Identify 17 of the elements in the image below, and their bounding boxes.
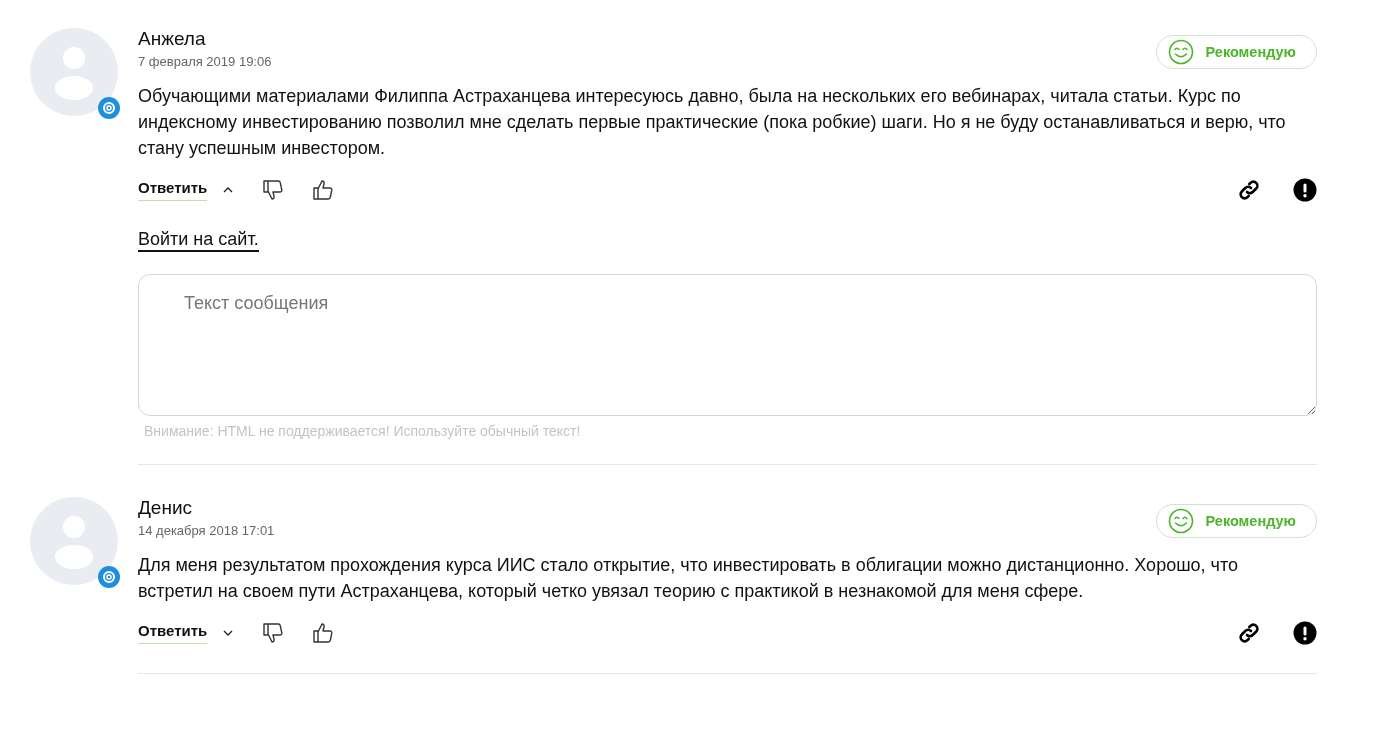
caret-icon[interactable] [223,630,234,636]
comment-text: Обучающими материалами Филиппа Астраханцева интересуюсь давно, была на нескольких его вебинарах, читала статьи. Курс по индексному инвестированию позволил мне сделать первые практические (пока робкие) шаги. Но я не буду останавливаться и верю, что стану успешным инвестором. [138,85,1287,160]
caret-icon[interactable] [223,187,234,193]
link-icon[interactable] [1237,621,1261,645]
message-field[interactable]: Текст сообщения [138,274,1317,416]
report-icon[interactable] [1293,621,1317,645]
report-icon[interactable] [1293,178,1317,202]
link-icon[interactable] [1237,178,1261,202]
reply-button[interactable]: Ответить [138,179,208,201]
html-warning: Внимание: HTML не поддерживается! Используйте обычный текст! [144,423,582,439]
comment-date: 7 февраля 2019 19:06 [138,54,272,69]
reply-button[interactable]: Ответить [138,622,208,644]
comment-date: 14 декабря 2018 17:01 [138,523,275,538]
login-link[interactable]: Войти на сайт. [138,229,259,252]
author-name: Денис [138,496,194,520]
comment-text: Для меня результатом прохождения курса ИИС стало открытие, что инвестировать в облигации можно дистанционно. Хорошо, что встретил на своем пути Астраханцева, который четко увязал теорию с практикой в незнакомой для меня сфере. [138,554,1240,603]
author-name: Анжела [138,27,207,51]
